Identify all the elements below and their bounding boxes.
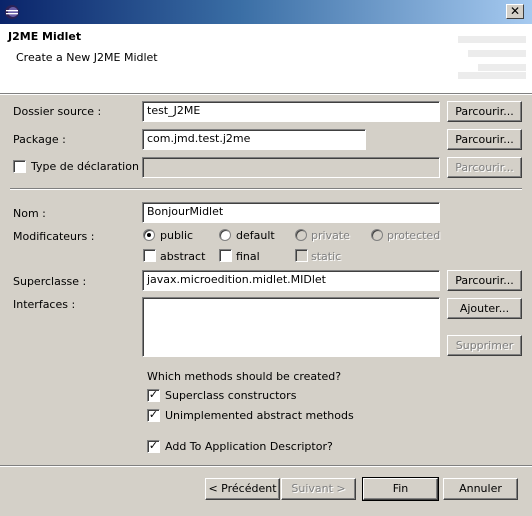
header-graphic [458, 36, 526, 82]
interfaces-label: Interfaces : [13, 298, 76, 311]
superclass-input[interactable]: javax.microedition.midlet.MIDlet [142, 270, 440, 291]
superclass-constructors-label: Superclass constructors [165, 389, 297, 402]
source-folder-browse-button[interactable]: Parcourir... [447, 101, 522, 122]
header-separator [0, 93, 532, 95]
package-label: Package : [13, 133, 66, 146]
modifier-default-radio[interactable] [219, 229, 231, 241]
modifier-default-label: default [236, 229, 275, 242]
superclass-constructors-checkbox[interactable]: ✓ [147, 389, 160, 402]
modifier-protected-label: protected [387, 229, 441, 242]
abstract-methods-label: Unimplemented abstract methods [165, 409, 354, 422]
enclosing-type-browse-button[interactable]: Parcourir... [447, 157, 522, 178]
methods-question: Which methods should be created? [147, 370, 342, 383]
interfaces-add-button[interactable]: Ajouter... [447, 298, 522, 319]
enclosing-type-input[interactable] [142, 157, 440, 178]
next-button[interactable]: Suivant > [281, 478, 356, 500]
cancel-button[interactable]: Annuler [443, 478, 518, 500]
wizard-title: J2ME Midlet [8, 30, 82, 43]
modifier-final-checkbox[interactable] [219, 249, 232, 262]
modifier-private-label: private [311, 229, 350, 242]
enclosing-type-label: Type de déclaration : [31, 160, 147, 173]
modifier-static-checkbox[interactable] [295, 249, 308, 262]
modifier-public-radio[interactable] [143, 229, 155, 241]
back-button[interactable]: < Précédent [205, 478, 280, 500]
form-separator [10, 188, 522, 190]
superclass-label: Superclasse : [13, 275, 87, 288]
modifier-protected-radio[interactable] [371, 229, 383, 241]
name-label: Nom : [13, 207, 46, 220]
add-descriptor-checkbox[interactable]: ✓ [147, 440, 160, 453]
footer-separator [0, 465, 532, 467]
eclipse-icon [4, 4, 20, 20]
modifiers-label: Modificateurs : [13, 230, 95, 243]
interfaces-remove-button[interactable]: Supprimer [447, 335, 522, 356]
close-icon[interactable]: ✕ [506, 4, 524, 19]
package-input[interactable]: com.jmd.test.j2me [142, 129, 366, 150]
modifier-static-label: static [311, 250, 342, 263]
package-browse-button[interactable]: Parcourir... [447, 129, 522, 150]
modifier-private-radio[interactable] [295, 229, 307, 241]
modifier-abstract-label: abstract [160, 250, 206, 263]
title-bar[interactable] [0, 0, 532, 24]
modifier-public-label: public [160, 229, 194, 242]
source-folder-input[interactable]: test_J2ME [142, 101, 440, 122]
enclosing-type-checkbox[interactable] [13, 160, 26, 173]
finish-button[interactable]: Fin [362, 477, 439, 501]
name-input[interactable]: BonjourMidlet [142, 202, 440, 223]
modifier-final-label: final [236, 250, 260, 263]
add-descriptor-label: Add To Application Descriptor? [165, 440, 333, 453]
source-folder-label: Dossier source : [13, 105, 102, 118]
wizard-description: Create a New J2ME Midlet [16, 51, 158, 64]
interfaces-list[interactable] [142, 297, 440, 357]
abstract-methods-checkbox[interactable]: ✓ [147, 409, 160, 422]
superclass-browse-button[interactable]: Parcourir... [447, 270, 522, 291]
modifier-abstract-checkbox[interactable] [143, 249, 156, 262]
